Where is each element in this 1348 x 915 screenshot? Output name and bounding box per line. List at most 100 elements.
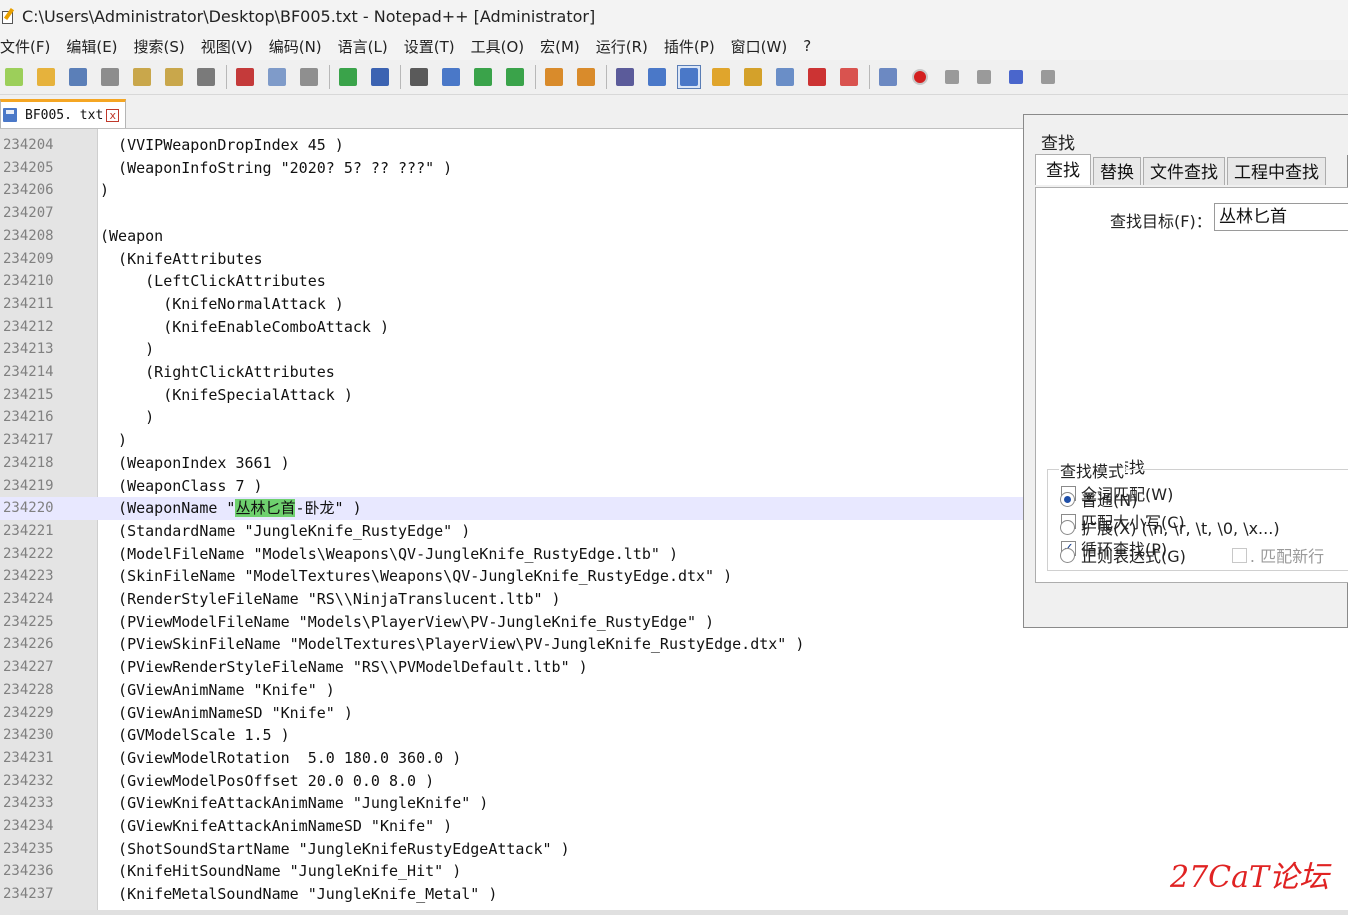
save-all-icon[interactable]	[98, 65, 122, 89]
menu-item-5[interactable]: 语言(L)	[338, 36, 397, 57]
editor-line[interactable]: 234226 (PViewSkinFileName "ModelTextures…	[0, 633, 1348, 656]
open-file-icon[interactable]	[34, 65, 58, 89]
menu-item-2[interactable]: 搜索(S)	[134, 36, 194, 57]
editor-line[interactable]: 234235 (ShotSoundStartName "JungleKnifeR…	[0, 838, 1348, 861]
code-text: (GViewKnifeAttackAnimNameSD "Knife" )	[100, 817, 453, 835]
zoom-out-icon[interactable]	[503, 65, 527, 89]
doc-map-icon[interactable]	[741, 65, 765, 89]
line-number: 234221	[3, 522, 54, 539]
save-macro-icon[interactable]	[1036, 65, 1060, 89]
line-number: 234209	[3, 250, 54, 267]
toolbar-separator	[329, 65, 330, 89]
folder-workspace-icon[interactable]	[805, 65, 829, 89]
code-text: (KnifeAttributes	[100, 249, 263, 268]
editor-line[interactable]: 234232 (GviewModelPosOffset 20.0 0.0 8.0…	[0, 770, 1348, 793]
find-icon[interactable]	[407, 65, 431, 89]
menu-item-7[interactable]: 工具(O)	[471, 36, 534, 57]
editor-line[interactable]: 234234 (GViewKnifeAttackAnimNameSD "Knif…	[0, 815, 1348, 838]
sync-vertical-icon[interactable]	[542, 65, 566, 89]
tab-close-icon[interactable]: x	[106, 108, 120, 122]
menu-item-4[interactable]: 编码(N)	[269, 36, 331, 57]
replace-icon[interactable]	[439, 65, 463, 89]
editor-line[interactable]: 234236 (KnifeHitSoundName "JungleKnife_H…	[0, 860, 1348, 883]
save-icon[interactable]	[66, 65, 90, 89]
match-newline-label: . 匹配新行	[1249, 547, 1325, 566]
mode-normal[interactable]: 普通(N)	[1060, 487, 1137, 511]
editor-line[interactable]: 234233 (GViewKnifeAttackAnimName "Jungle…	[0, 792, 1348, 815]
mode-normal-radio[interactable]	[1060, 491, 1075, 507]
copy-icon[interactable]	[265, 65, 289, 89]
line-number: 234219	[3, 477, 54, 494]
code-text: (WeaponName "丛林匕首-卧龙" )	[100, 497, 362, 520]
mode-extended-radio[interactable]	[1060, 519, 1075, 535]
line-number: 234217	[3, 432, 54, 449]
editor-line[interactable]: 234227 (PViewRenderStyleFileName "RS\\PV…	[0, 656, 1348, 679]
user-lang-icon[interactable]	[709, 65, 733, 89]
eye-icon[interactable]	[876, 65, 900, 89]
menu-item-8[interactable]: 宏(M)	[540, 36, 589, 57]
code-text: (StandardName "JungleKnife_RustyEdge" )	[100, 521, 471, 540]
word-wrap-icon[interactable]	[613, 65, 637, 89]
match-newline-checkbox[interactable]	[1231, 547, 1247, 563]
find-dialog-tab-3[interactable]: 工程中查找	[1227, 157, 1326, 185]
find-dialog-titlebar[interactable]: 查找	[1024, 115, 1348, 155]
find-target-input[interactable]: 丛林匕首	[1214, 203, 1348, 231]
line-number: 234215	[3, 386, 54, 403]
paste-icon[interactable]	[297, 65, 321, 89]
mode-regex-radio[interactable]	[1060, 547, 1075, 563]
menu-item-1[interactable]: 编辑(E)	[66, 36, 126, 57]
line-number: 234205	[3, 159, 54, 176]
line-number: 234226	[3, 636, 54, 653]
close-all-icon[interactable]	[162, 65, 186, 89]
mode-regex[interactable]: 正则表达式(G) . 匹配新行	[1060, 543, 1324, 567]
toolbar-separator	[606, 65, 607, 89]
editor-line[interactable]: 234228 (GViewAnimName "Knife" )	[0, 679, 1348, 702]
find-dialog-tab-2[interactable]: 文件查找	[1143, 157, 1225, 185]
code-text: )	[100, 340, 155, 359]
editor-line[interactable]: 234230 (GVModelScale 1.5 )	[0, 724, 1348, 747]
cut-icon[interactable]	[233, 65, 257, 89]
sync-horizontal-icon[interactable]	[574, 65, 598, 89]
horizontal-scrollbar[interactable]	[20, 910, 1348, 915]
menu-item-10[interactable]: 插件(P)	[664, 36, 724, 57]
code-text: (KnifeSpecialAttack )	[100, 385, 353, 404]
mode-extended[interactable]: 扩展(X) (\n, \r, \t, \0, \x...)	[1060, 515, 1280, 539]
editor-line[interactable]: 234231 (GviewModelRotation 5.0 180.0 360…	[0, 747, 1348, 770]
line-number: 234223	[3, 568, 54, 585]
stop-record-icon[interactable]	[940, 65, 964, 89]
toolbar	[0, 60, 1348, 95]
menu-bar: 文件(F) 编辑(E) 搜索(S) 视图(V) 编码(N) 语言(L) 设置(T) 工具(O)…	[0, 32, 1348, 60]
code-text: (ModelFileName "Models\Weapons\QV-Jungle…	[100, 544, 678, 563]
indent-guide-icon[interactable]	[677, 65, 701, 89]
find-dialog-tab-1[interactable]: 替换	[1093, 157, 1141, 185]
monitoring-icon[interactable]	[837, 65, 861, 89]
new-file-icon[interactable]	[2, 65, 26, 89]
menu-item-6[interactable]: 设置(T)	[404, 36, 464, 57]
menu-item-3[interactable]: 视图(V)	[201, 36, 262, 57]
forum-watermark: 27CaT论坛	[1170, 860, 1330, 895]
editor-line[interactable]: 234237 (KnifeMetalSoundName "JungleKnife…	[0, 883, 1348, 906]
find-dialog-tab-0[interactable]: 查找	[1035, 154, 1091, 185]
run-macro-multiple-icon[interactable]	[1004, 65, 1028, 89]
menu-item-0[interactable]: 文件(F)	[0, 36, 59, 57]
line-number: 234235	[3, 840, 54, 857]
code-text: (GViewKnifeAttackAnimName "JungleKnife" …	[100, 794, 489, 813]
code-text: (GViewAnimName "Knife" )	[100, 680, 335, 699]
redo-icon[interactable]	[368, 65, 392, 89]
print-icon[interactable]	[194, 65, 218, 89]
editor-line[interactable]: 234229 (GViewAnimNameSD "Knife" )	[0, 702, 1348, 725]
record-macro-icon[interactable]	[908, 65, 932, 89]
zoom-in-icon[interactable]	[471, 65, 495, 89]
close-icon[interactable]	[130, 65, 154, 89]
show-all-chars-icon[interactable]	[645, 65, 669, 89]
tab-bf005[interactable]: BF005. txt x	[0, 99, 126, 128]
menu-item-12[interactable]: ?	[803, 37, 820, 55]
code-segment: -卧龙" )	[295, 499, 362, 518]
undo-icon[interactable]	[336, 65, 360, 89]
code-text: (KnifeEnableComboAttack )	[100, 317, 389, 336]
function-list-icon[interactable]	[773, 65, 797, 89]
menu-item-9[interactable]: 运行(R)	[596, 36, 657, 57]
mode-extended-label: 扩展(X) (\n, \r, \t, \0, \x...)	[1081, 519, 1280, 538]
menu-item-11[interactable]: 窗口(W)	[731, 36, 797, 57]
play-macro-icon[interactable]	[972, 65, 996, 89]
